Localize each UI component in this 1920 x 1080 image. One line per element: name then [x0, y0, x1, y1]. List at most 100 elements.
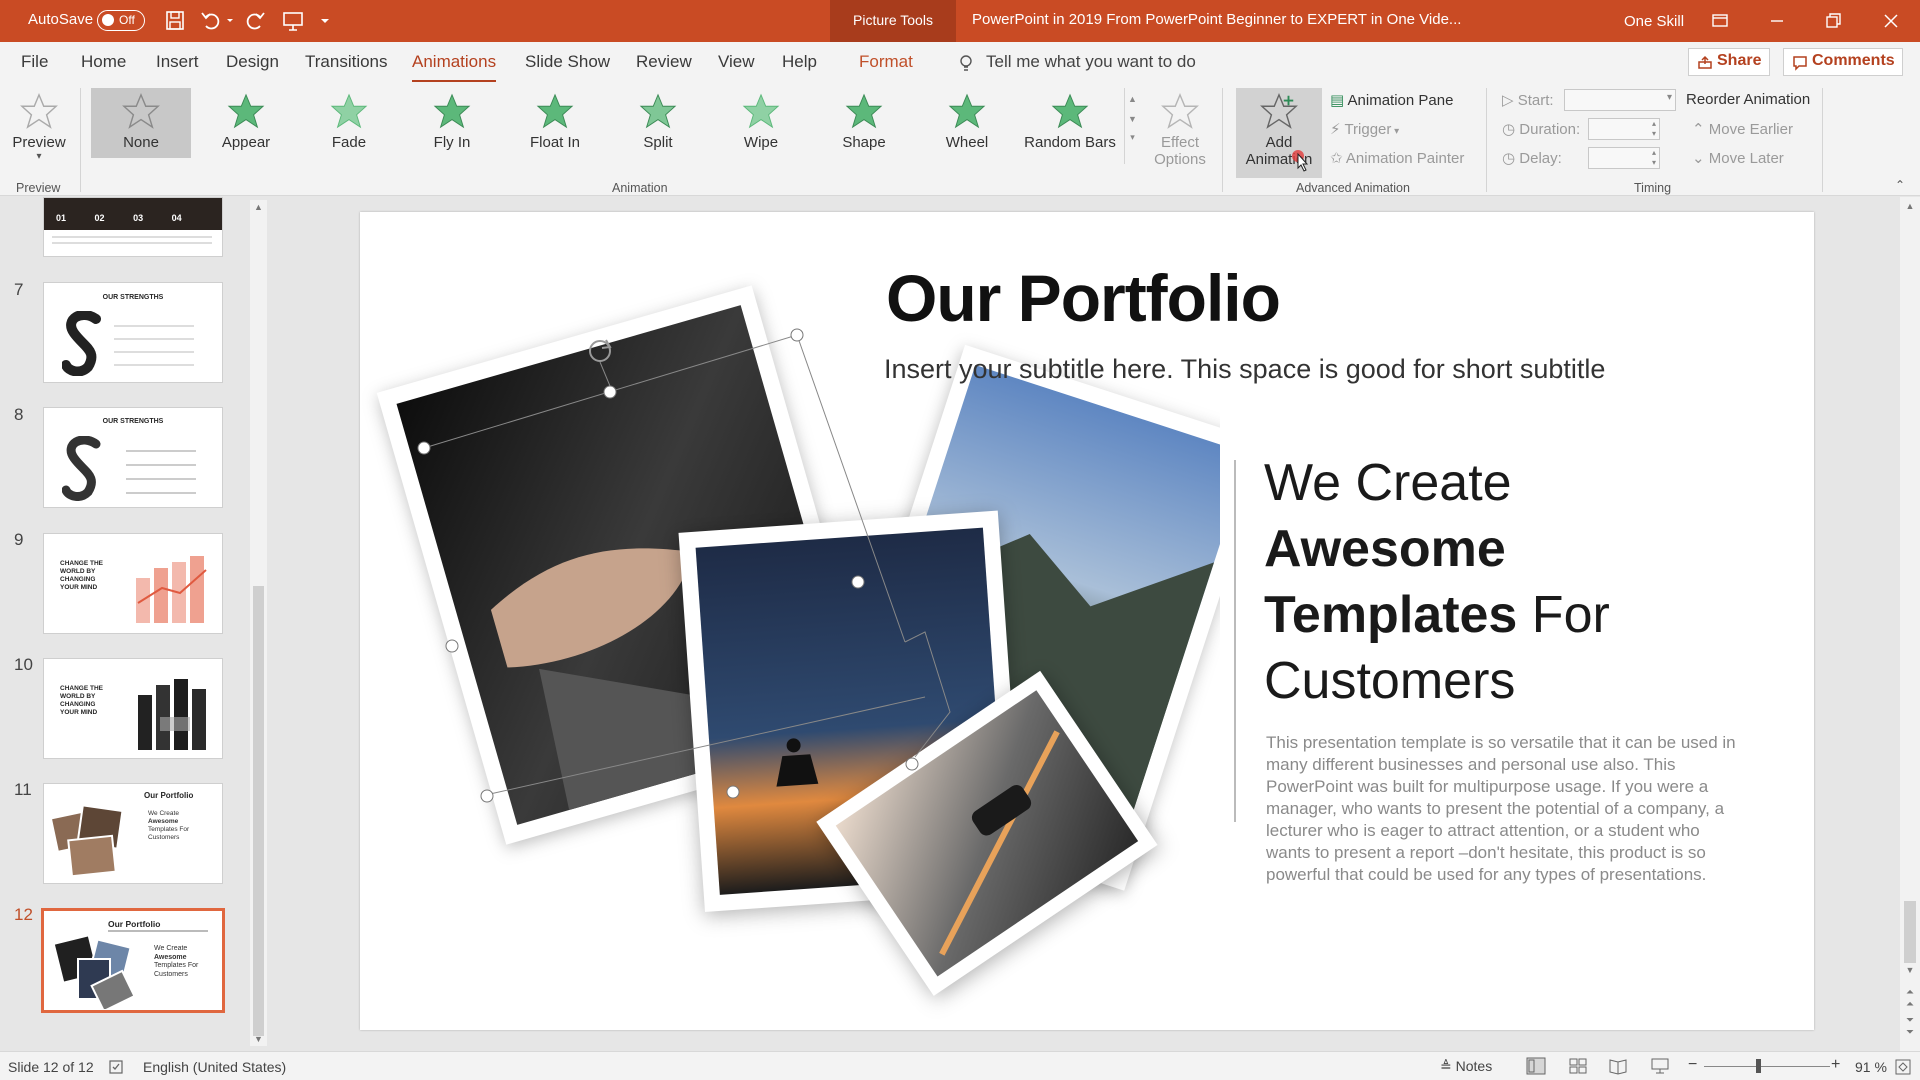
tab-animations[interactable]: Animations [412, 52, 497, 83]
reading-view-icon[interactable] [1608, 1057, 1628, 1075]
save-icon[interactable] [162, 9, 188, 33]
reorder-animation-label: Reorder Animation [1686, 91, 1811, 108]
thumbnail-slide-12[interactable]: Our Portfolio We Create Awesome Templates … [41, 908, 225, 1013]
gallery-down-icon[interactable]: ▼ [1125, 114, 1140, 124]
animation-appear-label: Appear [221, 134, 271, 151]
animation-wipe[interactable]: Wipe [711, 88, 811, 158]
slide-body-text[interactable]: This presentation template is so versati… [1266, 732, 1736, 886]
start-select[interactable]: ▾ [1564, 89, 1676, 111]
preview-button[interactable]: Preview ▾ [4, 88, 74, 168]
animation-float-in[interactable]: Float In [505, 88, 605, 158]
redo-icon[interactable] [242, 9, 268, 33]
animation-fade[interactable]: Fade [299, 88, 399, 158]
previous-slide-icon[interactable]: ⏶ ⏶ [1900, 987, 1920, 1011]
wipe-star-icon [742, 93, 780, 129]
ribbon: Preview ▾ Preview None Appear Fade Fly I… [0, 82, 1920, 196]
zoom-in-icon[interactable]: + [1831, 1056, 1840, 1074]
tab-transitions[interactable]: Transitions [305, 52, 388, 72]
animation-none[interactable]: None [91, 88, 191, 158]
notes-button[interactable]: ≜ Notes [1440, 1058, 1492, 1075]
comment-icon [1793, 56, 1807, 71]
zoom-slider[interactable] [1704, 1066, 1830, 1067]
slide-scrollbar[interactable]: ▲ ▼ ⏶ ⏶ ⏷ ⏷ [1900, 197, 1920, 1051]
share-button[interactable]: Share [1688, 48, 1770, 76]
next-slide-icon[interactable]: ⏷ ⏷ [1900, 1015, 1920, 1039]
thumbnail-slide-6[interactable]: 01 02 03 04 [43, 197, 223, 257]
tab-slide-show[interactable]: Slide Show [525, 52, 610, 72]
thumbnail-slide-11[interactable]: Our Portfolio We Create Awesome Templates … [43, 783, 223, 884]
scroll-up-icon[interactable]: ▲ [250, 202, 267, 212]
autosave-toggle[interactable]: Off [97, 10, 145, 31]
duration-label: Duration: [1519, 121, 1581, 138]
animation-split[interactable]: Split [608, 88, 708, 158]
effect-options-label-1: Effect [1160, 134, 1200, 151]
thumb-number-7: 7 [14, 280, 24, 299]
collapse-ribbon-icon[interactable]: ⌃ [1895, 178, 1905, 192]
effect-options-button[interactable]: Effect Options [1144, 88, 1216, 168]
delay-input[interactable]: ▴ ▾ [1588, 147, 1660, 169]
gallery-up-icon[interactable]: ▲ [1125, 94, 1140, 104]
minimize-icon[interactable] [1762, 8, 1792, 34]
animation-shape[interactable]: Shape [814, 88, 914, 158]
animation-random-bars-label: Random Bars [1024, 134, 1116, 151]
user-name[interactable]: One Skill [1624, 13, 1684, 30]
heading-block[interactable]: We Create Awesome Templates For Customer… [1264, 450, 1610, 714]
tab-format[interactable]: Format [859, 52, 913, 72]
duration-input[interactable]: ▴ ▾ [1588, 118, 1660, 140]
preview-dropdown-icon[interactable]: ▾ [4, 151, 74, 162]
restore-icon[interactable] [1818, 8, 1848, 34]
spellcheck-icon[interactable] [108, 1059, 124, 1075]
tab-help[interactable]: Help [782, 52, 817, 72]
normal-view-icon[interactable] [1526, 1057, 1546, 1075]
slide-title[interactable]: Our Portfolio [886, 260, 1281, 336]
slide-scroll-thumb[interactable] [1904, 901, 1916, 963]
ribbon-display-icon[interactable] [1705, 8, 1735, 34]
language-status[interactable]: English (United States) [143, 1059, 286, 1075]
thumbnail-slide-10[interactable]: CHANGE THE WORLD BY CHANGING YOUR MIND [43, 658, 223, 759]
slide-counter: Slide 12 of 12 [8, 1059, 94, 1075]
slide-scroll-down-icon[interactable]: ▼ [1900, 965, 1920, 975]
gallery-scroller[interactable]: ▲ ▼ ▾ [1124, 88, 1140, 164]
thumbnail-slide-9[interactable]: CHANGE THE WORLD BY CHANGING YOUR MIND [43, 533, 223, 634]
zoom-out-icon[interactable]: − [1688, 1056, 1697, 1074]
thumbnail-scroll-thumb[interactable] [253, 586, 264, 1036]
move-earlier-button[interactable]: ⌃ Move Earlier [1692, 120, 1793, 138]
animation-random-bars[interactable]: Random Bars [1020, 88, 1120, 158]
slide-subtitle[interactable]: Insert your subtitle here. This space is… [884, 354, 1605, 385]
tell-me-search[interactable]: Tell me what you want to do [986, 52, 1196, 72]
move-later-button[interactable]: ⌄ Move Later [1692, 149, 1784, 167]
thumbnail-slide-7[interactable]: OUR STRENGTHS [43, 282, 223, 383]
comments-button[interactable]: Comments [1783, 48, 1903, 76]
tab-review[interactable]: Review [636, 52, 692, 72]
scroll-down-icon[interactable]: ▼ [250, 1034, 267, 1044]
tab-insert[interactable]: Insert [156, 52, 199, 72]
thumbnail-scrollbar[interactable]: ▲ ▼ [250, 200, 267, 1046]
close-icon[interactable] [1876, 8, 1906, 34]
animation-fly-in[interactable]: Fly In [402, 88, 502, 158]
tab-home[interactable]: Home [81, 52, 126, 72]
effect-options-label-2: Options [1154, 151, 1206, 168]
heading-line-4: Customers [1264, 652, 1516, 710]
animation-appear[interactable]: Appear [196, 88, 296, 158]
animation-pane-button[interactable]: ▤ Animation Pane [1330, 91, 1453, 109]
slide-thumbnail-pane: 01 02 03 04 7 OUR STRENGTHS 8 OUR STRENG… [0, 197, 270, 1051]
undo-icon[interactable] [198, 9, 224, 33]
gallery-more-icon[interactable]: ▾ [1125, 132, 1140, 143]
slide-scroll-up-icon[interactable]: ▲ [1900, 201, 1920, 211]
animation-painter-button[interactable]: ✩ Animation Painter [1330, 149, 1464, 167]
present-icon[interactable] [280, 9, 306, 33]
zoom-slider-thumb[interactable] [1756, 1059, 1761, 1073]
animation-pane-label: Animation Pane [1347, 92, 1454, 109]
undo-dropdown-icon[interactable] [224, 9, 236, 33]
tab-design[interactable]: Design [226, 52, 279, 72]
zoom-level[interactable]: 91 % [1855, 1059, 1887, 1075]
tab-view[interactable]: View [718, 52, 755, 72]
tab-file[interactable]: File [21, 52, 48, 72]
customize-qat-icon[interactable] [318, 9, 332, 33]
thumbnail-slide-8[interactable]: OUR STRENGTHS [43, 407, 223, 508]
slide-sorter-icon[interactable] [1568, 1057, 1588, 1075]
fit-to-window-icon[interactable] [1894, 1058, 1912, 1076]
animation-wheel[interactable]: Wheel [917, 88, 1017, 158]
slideshow-view-icon[interactable] [1650, 1057, 1670, 1075]
trigger-button[interactable]: ⚡ Trigger ▾ [1330, 120, 1399, 138]
